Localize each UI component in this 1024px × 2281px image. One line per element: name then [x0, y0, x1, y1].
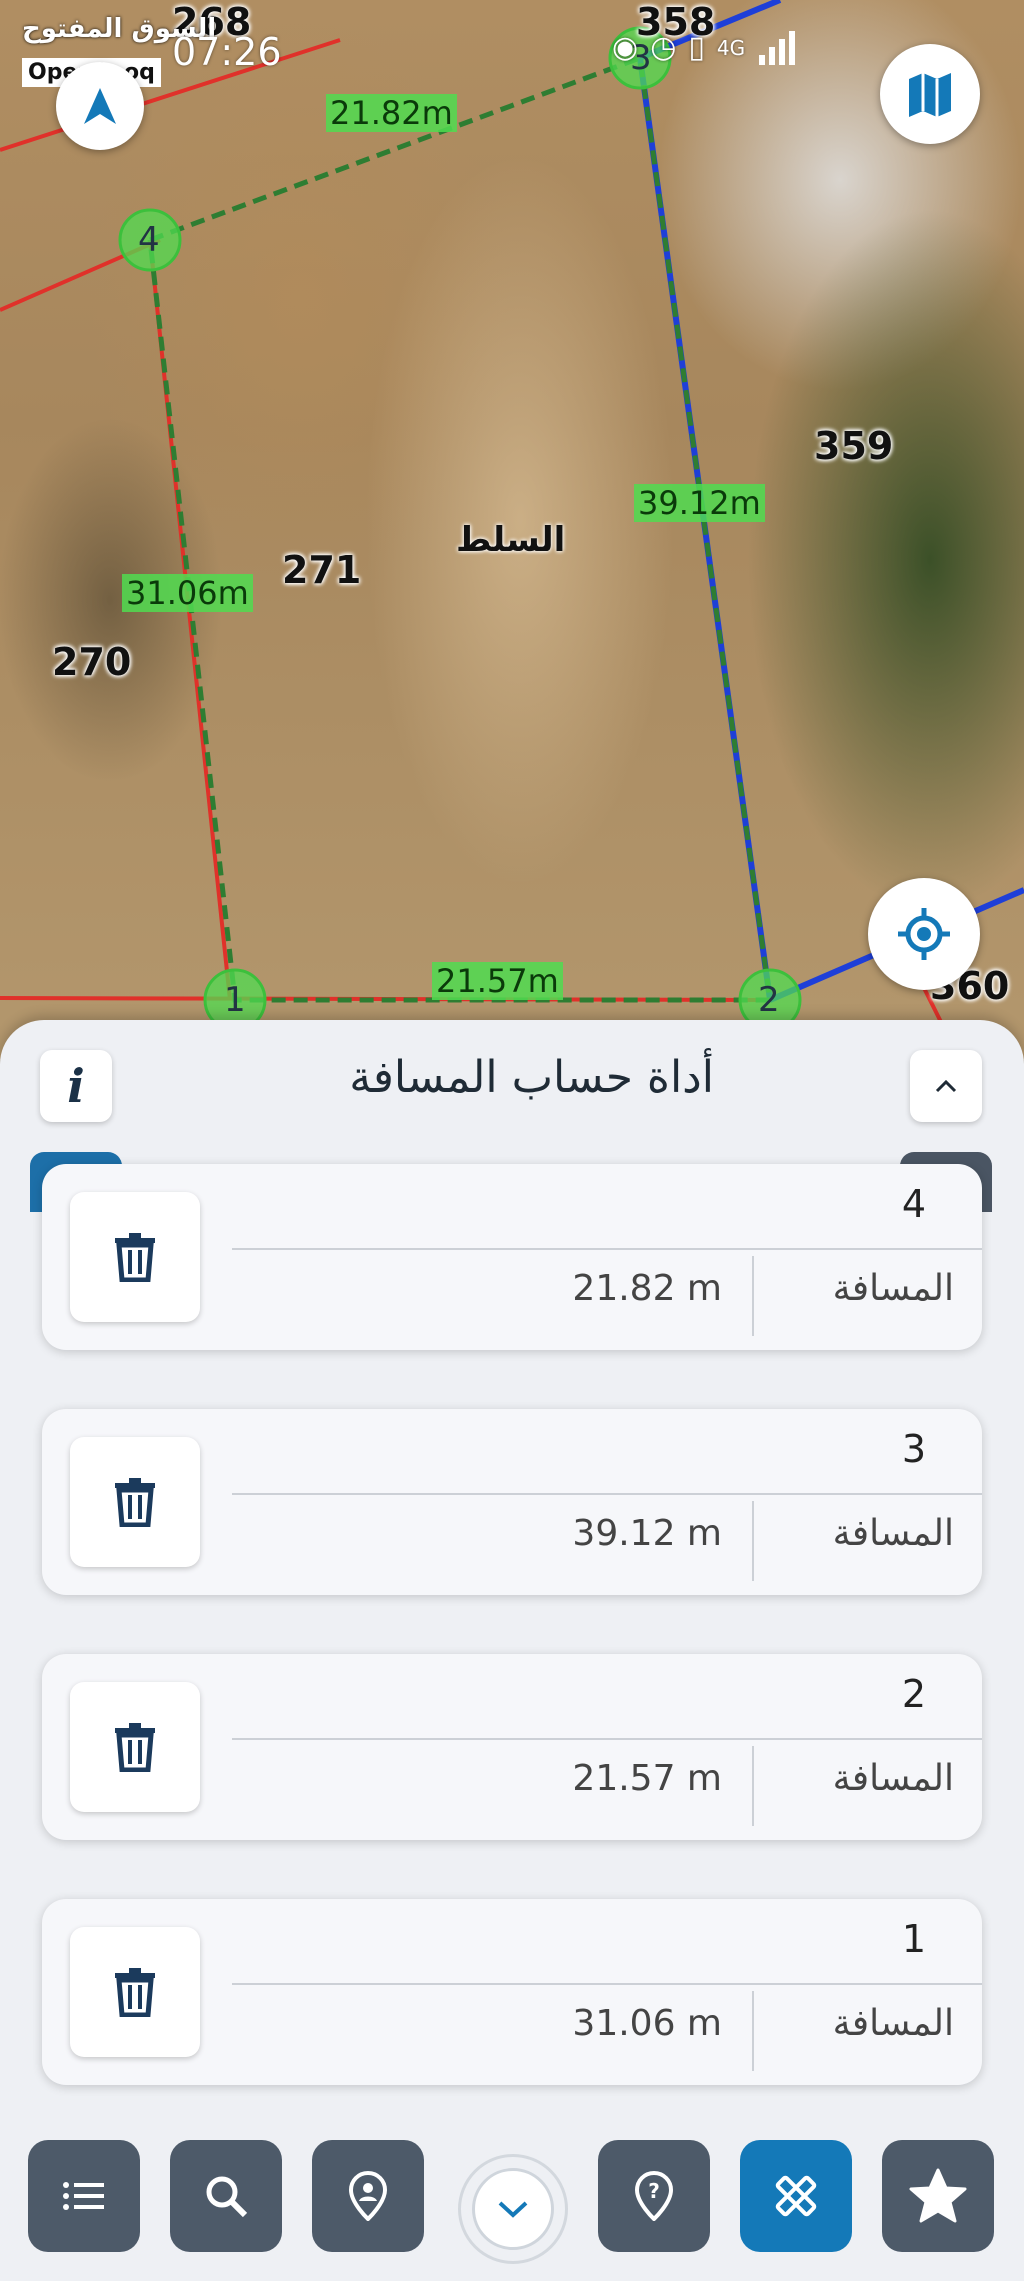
collapse-button[interactable]: [910, 1050, 982, 1122]
divider: [752, 1501, 754, 1581]
vibrate-icon: ▯: [688, 30, 705, 65]
measure-tool-icon: [775, 2175, 817, 2217]
segment-distance: 39.12m: [634, 484, 765, 522]
distance-label: المسافة: [832, 1268, 954, 1309]
segment-number: 4: [901, 1182, 926, 1226]
distance-value: 21.57 m: [572, 1758, 722, 1799]
segment-distance: 21.82m: [326, 94, 457, 132]
divider: [232, 1493, 982, 1495]
map-layers-icon: [909, 73, 951, 117]
nav-help-button[interactable]: ?: [598, 2140, 710, 2252]
nav-favorites-button[interactable]: [882, 2140, 994, 2252]
locate-me-button[interactable]: [868, 878, 980, 990]
locate-me-icon: [898, 908, 950, 960]
signal-icon: [759, 30, 796, 65]
delete-button[interactable]: [70, 1437, 200, 1567]
parcel-number: 359: [814, 424, 894, 468]
delete-button[interactable]: [70, 1682, 200, 1812]
status-icons: ◉ ◷ ▯ 4G: [612, 30, 797, 65]
status-time: 07:26: [172, 30, 282, 74]
distance-label: المسافة: [832, 1758, 954, 1799]
distance-label: المسافة: [832, 1513, 954, 1554]
help-pin-icon: ?: [634, 2171, 674, 2221]
distance-value: 39.12 m: [572, 1513, 722, 1554]
alarm-icon: ◷: [650, 30, 677, 65]
segment-number: 3: [901, 1427, 926, 1471]
divider: [232, 1738, 982, 1740]
nav-expand-inner: [472, 2168, 554, 2250]
svg-text:?: ?: [648, 2179, 660, 2203]
vertex-label: 1: [224, 980, 246, 1020]
list-icon: [63, 2182, 104, 2210]
parcel-number: 271: [282, 548, 362, 592]
segment-number: 2: [901, 1672, 926, 1716]
info-button[interactable]: i: [40, 1050, 112, 1122]
divider: [752, 1256, 754, 1336]
eye-icon: ◉: [612, 30, 639, 65]
trash-icon: [115, 1233, 155, 1282]
trash-icon: [115, 1478, 155, 1527]
trash-icon: [115, 1968, 155, 2017]
chevron-up-icon: [935, 1079, 957, 1093]
nav-measure-button[interactable]: [740, 2140, 852, 2252]
bottom-nav: ?: [0, 2092, 1024, 2281]
segment-number: 1: [901, 1917, 926, 1961]
location-pin-icon: [348, 2171, 388, 2221]
vertex-label: 4: [138, 220, 160, 260]
segment-distance: 31.06m: [122, 574, 253, 612]
map-view[interactable]: 4 3 2 1 268 271 270 359 360 358 السلط 21…: [0, 0, 1024, 1060]
chevron-down-icon: [498, 2201, 528, 2218]
segment-distance: 21.57m: [432, 962, 563, 1000]
distance-list-item: 2 المسافة 21.57 m: [42, 1654, 982, 1840]
distance-value: 21.82 m: [572, 1268, 722, 1309]
divider: [232, 1983, 982, 1985]
divider: [752, 1991, 754, 2071]
panel-header: i أداة حساب المسافة: [0, 1020, 1024, 1150]
north-arrow-button[interactable]: [56, 62, 144, 150]
distance-value: 31.06 m: [572, 2003, 722, 2044]
nav-list-button[interactable]: [28, 2140, 140, 2252]
panel-title: أداة حساب المسافة: [349, 1052, 714, 1103]
nav-search-button[interactable]: [170, 2140, 282, 2252]
map-layers-button[interactable]: [880, 44, 980, 144]
distance-label: المسافة: [832, 2003, 954, 2044]
nav-location-button[interactable]: [312, 2140, 424, 2252]
parcel-number: 270: [52, 640, 132, 684]
search-icon: [206, 2176, 248, 2218]
delete-button[interactable]: [70, 1192, 200, 1322]
trash-icon: [115, 1723, 155, 1772]
star-icon: [909, 2168, 967, 2223]
distance-list-item: 3 المسافة 39.12 m: [42, 1409, 982, 1595]
vertex-label: 2: [758, 980, 780, 1020]
delete-button[interactable]: [70, 1927, 200, 2057]
distance-list-item: 1 المسافة 31.06 m: [42, 1899, 982, 2085]
network-type: 4G: [716, 35, 746, 60]
area-name: السلط: [456, 520, 566, 560]
distance-list-item: 4 المسافة 21.82 m: [42, 1164, 982, 1350]
north-arrow-icon: [84, 88, 116, 124]
nav-expand-button[interactable]: [458, 2154, 568, 2264]
divider: [752, 1746, 754, 1826]
divider: [232, 1248, 982, 1250]
